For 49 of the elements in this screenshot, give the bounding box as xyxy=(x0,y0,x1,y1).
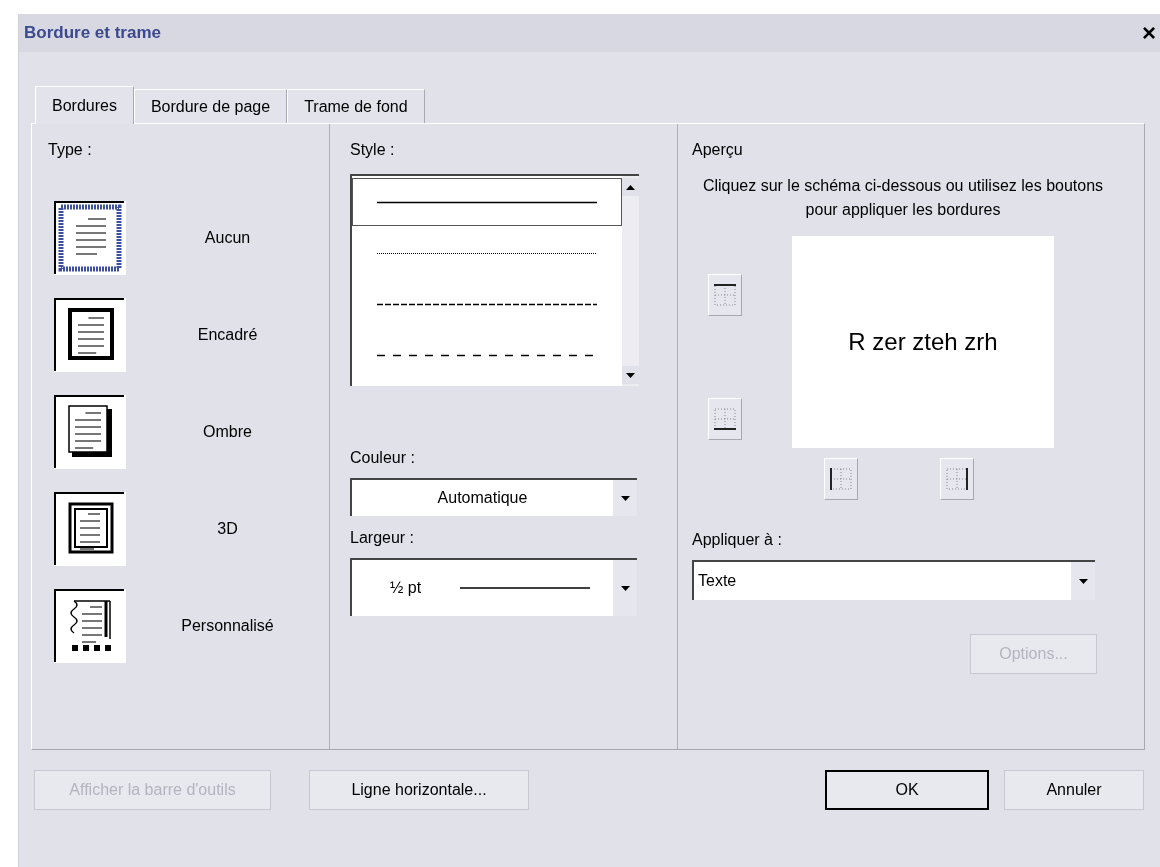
color-dropdown[interactable]: Automatique xyxy=(350,478,637,516)
dialog-button[interactable]: Annuler xyxy=(1004,770,1144,810)
dialog-button[interactable]: Ligne horizontale... xyxy=(309,770,529,810)
tab[interactable]: Bordure de page xyxy=(133,89,288,123)
right-border-button[interactable] xyxy=(940,458,974,500)
caret-icon xyxy=(626,372,635,378)
preview-area[interactable]: R zer zteh zrh xyxy=(792,236,1054,448)
border-type-label[interactable]: 3D xyxy=(126,517,329,541)
border-edge-icon xyxy=(943,465,971,493)
dropdown-value: ½ pt xyxy=(390,578,423,598)
type-label: Type : xyxy=(48,140,93,160)
window-title: Bordure et trame xyxy=(24,22,161,45)
border-type-icon[interactable] xyxy=(54,395,126,469)
scrollbar[interactable] xyxy=(622,176,639,386)
caret-icon xyxy=(620,585,630,591)
color-label: Couleur : xyxy=(350,448,416,468)
border-type-label[interactable]: Personnalisé xyxy=(126,614,329,638)
border-type-label[interactable]: Encadré xyxy=(126,323,329,347)
preview-sample-text: R zer zteh zrh xyxy=(848,327,998,357)
tab[interactable]: Bordures xyxy=(35,86,134,124)
border-type-label[interactable]: Aucun xyxy=(126,226,329,250)
preview-title: Aperçu xyxy=(692,140,744,160)
border-type-icon[interactable] xyxy=(54,492,126,566)
border-edge-icon xyxy=(827,465,855,493)
apply-to-dropdown[interactable]: Texte xyxy=(692,560,1095,600)
apply-to-label: Appliquer à : xyxy=(692,530,783,550)
border-type-icon[interactable] xyxy=(54,201,126,275)
bottom-border-button[interactable] xyxy=(708,398,742,440)
caret-icon xyxy=(620,495,630,501)
border-type-icon[interactable] xyxy=(54,589,126,663)
top-border-button[interactable] xyxy=(708,274,742,316)
width-label: Largeur : xyxy=(350,528,416,548)
scroll-up-icon[interactable] xyxy=(626,184,635,190)
line-style-list[interactable] xyxy=(350,174,639,386)
width-dropdown[interactable]: ½ pt xyxy=(350,558,637,616)
border-type-label[interactable]: Ombre xyxy=(126,420,329,444)
border-type-icon[interactable] xyxy=(54,298,126,372)
dropdown-value: Texte xyxy=(697,571,738,591)
border-edge-icon xyxy=(711,405,739,433)
close-button[interactable]: × xyxy=(1142,21,1156,45)
border-edge-icon xyxy=(711,281,739,309)
tab[interactable]: Trame de fond xyxy=(287,89,425,123)
left-border-button[interactable] xyxy=(824,458,858,500)
dialog-button[interactable]: OK xyxy=(825,770,989,810)
line-style-option[interactable] xyxy=(352,178,622,226)
preview-instructions: Cliquez sur le schéma ci-dessous ou utilisez les boutons pour appliquer les bordures xyxy=(701,176,1105,220)
style-label: Style : xyxy=(350,140,396,160)
dropdown-value: Automatique xyxy=(436,488,529,508)
caret-icon xyxy=(1078,578,1088,584)
